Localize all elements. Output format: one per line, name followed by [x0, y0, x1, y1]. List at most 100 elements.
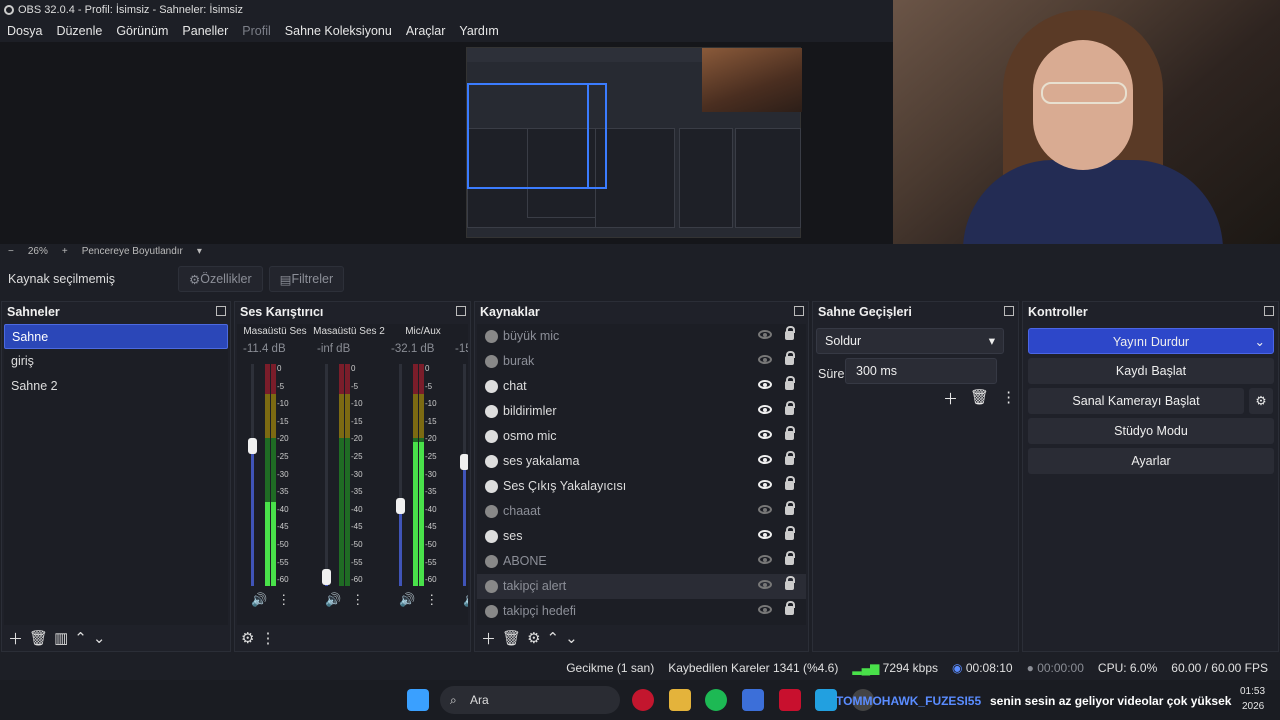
windows-start-icon[interactable] [407, 689, 429, 711]
menu-view[interactable]: Görünüm [109, 20, 175, 42]
volume-slider[interactable] [322, 364, 331, 586]
lock-icon[interactable] [785, 551, 795, 565]
scene-item[interactable]: Sahne 2 [4, 374, 228, 399]
zoom-out-button[interactable]: − [8, 244, 14, 260]
chevron-down-icon[interactable]: ⌄ [93, 629, 106, 647]
eye-off-icon[interactable] [758, 505, 772, 514]
undock-icon[interactable] [1264, 306, 1274, 316]
lock-icon[interactable] [785, 351, 795, 365]
channel-menu-icon[interactable]: ⋮ [425, 592, 438, 608]
menu-tools[interactable]: Araçlar [399, 20, 453, 42]
source-item[interactable]: ses [477, 524, 806, 549]
menu-docks[interactable]: Paneller [175, 20, 235, 42]
add-scene-icon[interactable]: ＋ [8, 628, 23, 649]
chevron-up-icon[interactable]: ⌃ [547, 629, 560, 647]
add-transition-icon[interactable]: ＋ [943, 388, 958, 409]
fit-to-window-dropdown[interactable]: Pencereye Boyutlandır [82, 244, 183, 260]
lock-icon[interactable] [785, 476, 795, 490]
lock-icon[interactable] [785, 326, 795, 340]
menu-scene-collection[interactable]: Sahne Koleksiyonu [278, 20, 399, 42]
gear-icon[interactable]: ⚙ [527, 629, 540, 647]
channel-menu-icon[interactable]: ⋮ [277, 592, 290, 608]
source-item[interactable]: takipçi hedefi [477, 599, 806, 624]
opera-gx-icon[interactable] [779, 689, 801, 711]
duration-input[interactable]: 300 ms [845, 358, 997, 384]
eye-off-icon[interactable] [758, 605, 772, 614]
app-icon[interactable] [742, 689, 764, 711]
scene-item[interactable]: Sahne [4, 324, 228, 349]
transition-select[interactable]: Soldur ▾ [816, 328, 1004, 354]
undock-icon[interactable] [794, 306, 804, 316]
speaker-icon[interactable]: 🔊 [463, 592, 468, 608]
eye-off-icon[interactable] [758, 555, 772, 564]
start-recording-button[interactable]: Kaydı Başlat [1028, 358, 1274, 384]
chevron-up-icon[interactable]: ⌃ [74, 629, 87, 647]
eye-off-icon[interactable] [758, 355, 772, 364]
undock-icon[interactable] [1004, 306, 1014, 316]
undock-icon[interactable] [216, 306, 226, 316]
volume-slider[interactable] [248, 364, 257, 586]
source-item[interactable]: büyük mic [477, 324, 806, 349]
channel-menu-icon[interactable]: ⋮ [351, 592, 364, 608]
source-item[interactable]: chat [477, 374, 806, 399]
lock-icon[interactable] [785, 401, 795, 415]
eye-off-icon[interactable] [758, 580, 772, 589]
transition-menu-icon[interactable]: ⋮ [1001, 388, 1016, 409]
folder-icon[interactable] [669, 689, 691, 711]
preview-canvas[interactable] [0, 42, 893, 244]
lock-icon[interactable] [785, 576, 795, 590]
eye-icon[interactable] [758, 480, 772, 489]
mixer-menu-icon[interactable]: ⋮ [260, 629, 275, 647]
lock-icon[interactable] [785, 601, 795, 615]
source-item[interactable]: osmo mic [477, 424, 806, 449]
studio-mode-button[interactable]: Stüdyo Modu [1028, 418, 1274, 444]
source-item[interactable]: ses yakalama [477, 449, 806, 474]
trash-icon[interactable]: 🗑 [970, 388, 989, 409]
undock-icon[interactable] [456, 306, 466, 316]
source-item[interactable]: bildirimler [477, 399, 806, 424]
lock-icon[interactable] [785, 426, 795, 440]
trash-icon[interactable]: 🗑 [29, 629, 48, 647]
trash-icon[interactable]: 🗑 [502, 629, 521, 647]
start-virtual-camera-button[interactable]: Sanal Kamerayı Başlat [1028, 388, 1244, 414]
filter-icon[interactable]: ▥ [54, 629, 68, 647]
source-item[interactable]: ABONE [477, 549, 806, 574]
eye-icon[interactable] [758, 380, 772, 389]
lock-icon[interactable] [785, 526, 795, 540]
chevron-down-icon[interactable]: ⌄ [1255, 329, 1265, 355]
chevron-down-icon[interactable]: ⌄ [565, 629, 578, 647]
advanced-audio-icon[interactable]: ⚙ [241, 629, 254, 647]
source-item[interactable]: Ses Çıkış Yakalayıcısı [477, 474, 806, 499]
volume-slider[interactable] [460, 364, 468, 586]
menu-help[interactable]: Yardım [452, 20, 505, 42]
spotify-icon[interactable] [705, 689, 727, 711]
lock-icon[interactable] [785, 451, 795, 465]
eye-icon[interactable] [758, 455, 772, 464]
lock-icon[interactable] [785, 376, 795, 390]
stop-streaming-button[interactable]: Yayını Durdur ⌄ [1028, 328, 1274, 354]
menu-edit[interactable]: Düzenle [49, 20, 109, 42]
filters-button[interactable]: ▤ Filtreler [268, 266, 345, 292]
menu-profile[interactable]: Profil [235, 20, 277, 42]
eye-icon[interactable] [758, 430, 772, 439]
source-item[interactable]: chaaat [477, 499, 806, 524]
zoom-in-button[interactable]: + [62, 244, 68, 260]
opera-icon[interactable] [632, 689, 654, 711]
eye-icon[interactable] [758, 530, 772, 539]
menu-file[interactable]: Dosya [0, 20, 49, 42]
source-item[interactable]: takipçi alert [477, 574, 806, 599]
speaker-icon[interactable]: 🔊 [325, 592, 341, 608]
properties-button[interactable]: ⚙ Özellikler [178, 266, 263, 292]
eye-off-icon[interactable] [758, 330, 772, 339]
add-source-icon[interactable]: ＋ [481, 628, 496, 649]
gear-icon[interactable]: ⚙ [1249, 388, 1273, 414]
settings-button[interactable]: Ayarlar [1028, 448, 1274, 474]
source-item[interactable]: burak [477, 349, 806, 374]
lock-icon[interactable] [785, 501, 795, 515]
volume-slider[interactable] [396, 364, 405, 586]
taskbar-search[interactable]: ⌕ Ara [440, 686, 620, 714]
scene-item[interactable]: giriş [4, 349, 228, 374]
eye-icon[interactable] [758, 405, 772, 414]
speaker-icon[interactable]: 🔊 [251, 592, 267, 608]
chevron-down-icon[interactable]: ▾ [197, 244, 202, 260]
